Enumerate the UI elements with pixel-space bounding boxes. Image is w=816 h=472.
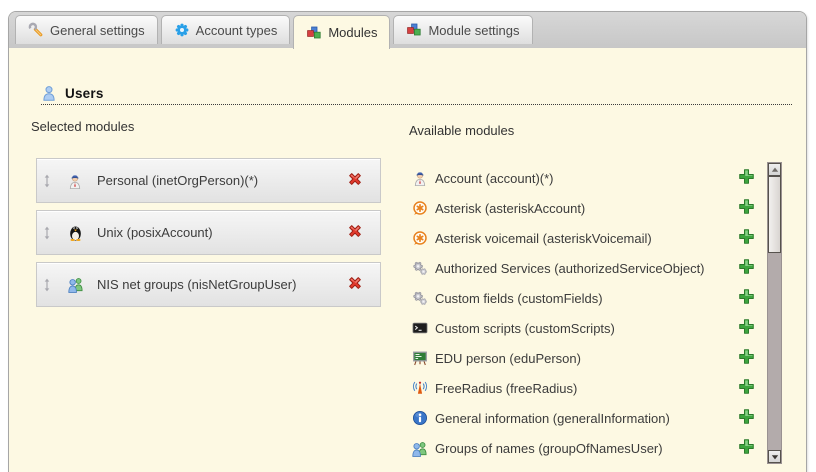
available-module-row: Custom fields (customFields) — [409, 283, 761, 313]
available-module-row: Custom scripts (customScripts) — [409, 313, 761, 343]
tab-account-types[interactable]: Account types — [161, 15, 291, 44]
selected-module-label: NIS net groups (nisNetGroupUser) — [97, 277, 346, 292]
available-module-label: FreeRadius (freeRadius) — [435, 381, 734, 396]
add-icon — [738, 348, 755, 368]
selected-modules-label: Selected modules — [31, 119, 134, 134]
asterisk-icon — [411, 200, 428, 217]
available-module-label: Account (account)(*) — [435, 171, 734, 186]
gears-gray-icon — [411, 260, 428, 277]
add-module-button[interactable] — [738, 350, 755, 367]
available-modules-list: Account (account)(*) Asterisk (asteriskAc… — [409, 163, 761, 463]
terminal-icon — [411, 320, 428, 337]
selected-modules-list: Personal (inetOrgPerson)(*) Unix (posixAc… — [36, 158, 381, 314]
delete-icon — [346, 222, 364, 243]
available-module-row: EDU person (eduPerson) — [409, 343, 761, 373]
selected-module-label: Personal (inetOrgPerson)(*) — [97, 173, 346, 188]
available-module-row: General information (generalInformation) — [409, 403, 761, 433]
users-section-heading: Users — [41, 82, 792, 105]
tab-module-settings[interactable]: Module settings — [393, 15, 532, 44]
tab-bar: General settings Account types Modules Modu… — [9, 12, 806, 48]
available-module-label: Asterisk (asteriskAccount) — [435, 201, 734, 216]
gear-icon — [174, 22, 190, 38]
available-module-label: Groups of names (groupOfNamesUser) — [435, 441, 734, 456]
drag-handle-icon[interactable] — [42, 174, 52, 188]
person-cap-icon — [64, 171, 86, 191]
add-module-button[interactable] — [738, 170, 755, 187]
available-module-label: Custom fields (customFields) — [435, 291, 734, 306]
modules-config-page: General settings Account types Modules Modu… — [0, 0, 816, 467]
info-icon — [411, 410, 428, 427]
selected-module-row[interactable]: NIS net groups (nisNetGroupUser) — [36, 262, 381, 307]
tab-label: General settings — [50, 23, 145, 38]
chalkboard-icon — [411, 350, 428, 367]
add-module-button[interactable] — [738, 200, 755, 217]
tab-label: Modules — [328, 25, 377, 40]
gears-gray-icon — [411, 290, 428, 307]
asterisk-icon — [411, 230, 428, 247]
users-pair-icon — [411, 440, 428, 457]
selected-module-row[interactable]: Personal (inetOrgPerson)(*) — [36, 158, 381, 203]
add-module-button[interactable] — [738, 230, 755, 247]
add-icon — [738, 288, 755, 308]
remove-module-button[interactable] — [346, 172, 364, 190]
available-module-row: Asterisk (asteriskAccount) — [409, 193, 761, 223]
radius-icon — [411, 380, 428, 397]
scroll-up-button[interactable] — [768, 163, 781, 176]
delete-icon — [346, 170, 364, 191]
available-module-row: Account (account)(*) — [409, 163, 761, 193]
person-cap-icon — [411, 170, 428, 187]
selected-module-label: Unix (posixAccount) — [97, 225, 346, 240]
remove-module-button[interactable] — [346, 276, 364, 294]
available-modules-scrollbar[interactable] — [767, 162, 782, 464]
drag-handle-icon[interactable] — [42, 278, 52, 292]
modules-icon — [306, 25, 322, 41]
selected-module-row[interactable]: Unix (posixAccount) — [36, 210, 381, 255]
scrollbar-thumb[interactable] — [768, 176, 781, 253]
available-module-row: Authorized Services (authorizedServiceOb… — [409, 253, 761, 283]
available-module-label: Authorized Services (authorizedServiceOb… — [435, 261, 734, 276]
add-icon — [738, 438, 755, 458]
available-module-label: General information (generalInformation) — [435, 411, 734, 426]
tux-icon — [64, 223, 86, 243]
add-icon — [738, 318, 755, 338]
available-module-label: Asterisk voicemail (asteriskVoicemail) — [435, 231, 734, 246]
add-icon — [738, 228, 755, 248]
drag-handle-icon[interactable] — [42, 226, 52, 240]
tab-general-settings[interactable]: General settings — [15, 15, 158, 44]
modules-icon — [406, 22, 422, 38]
remove-module-button[interactable] — [346, 224, 364, 242]
add-module-button[interactable] — [738, 260, 755, 277]
available-module-label: EDU person (eduPerson) — [435, 351, 734, 366]
available-module-row: Asterisk voicemail (asteriskVoicemail) — [409, 223, 761, 253]
add-module-button[interactable] — [738, 440, 755, 457]
section-title: Users — [65, 86, 104, 101]
add-module-button[interactable] — [738, 380, 755, 397]
delete-icon — [346, 274, 364, 295]
add-module-button[interactable] — [738, 320, 755, 337]
available-module-label: Custom scripts (customScripts) — [435, 321, 734, 336]
add-icon — [738, 408, 755, 428]
add-module-button[interactable] — [738, 410, 755, 427]
tab-label: Module settings — [428, 23, 519, 38]
add-icon — [738, 378, 755, 398]
scroll-down-button[interactable] — [768, 450, 781, 463]
add-icon — [738, 168, 755, 188]
available-modules-label: Available modules — [409, 123, 514, 138]
wrench-icon — [28, 22, 44, 38]
settings-panel: General settings Account types Modules Modu… — [8, 11, 807, 472]
available-module-row: Groups of names (groupOfNamesUser) — [409, 433, 761, 463]
add-icon — [738, 198, 755, 218]
tab-modules[interactable]: Modules — [293, 15, 390, 49]
user-blue-icon — [41, 85, 57, 101]
add-icon — [738, 258, 755, 278]
add-module-button[interactable] — [738, 290, 755, 307]
users-pair-icon — [64, 275, 86, 295]
tab-label: Account types — [196, 23, 278, 38]
available-module-row: FreeRadius (freeRadius) — [409, 373, 761, 403]
scroll-down-icon — [771, 448, 779, 466]
